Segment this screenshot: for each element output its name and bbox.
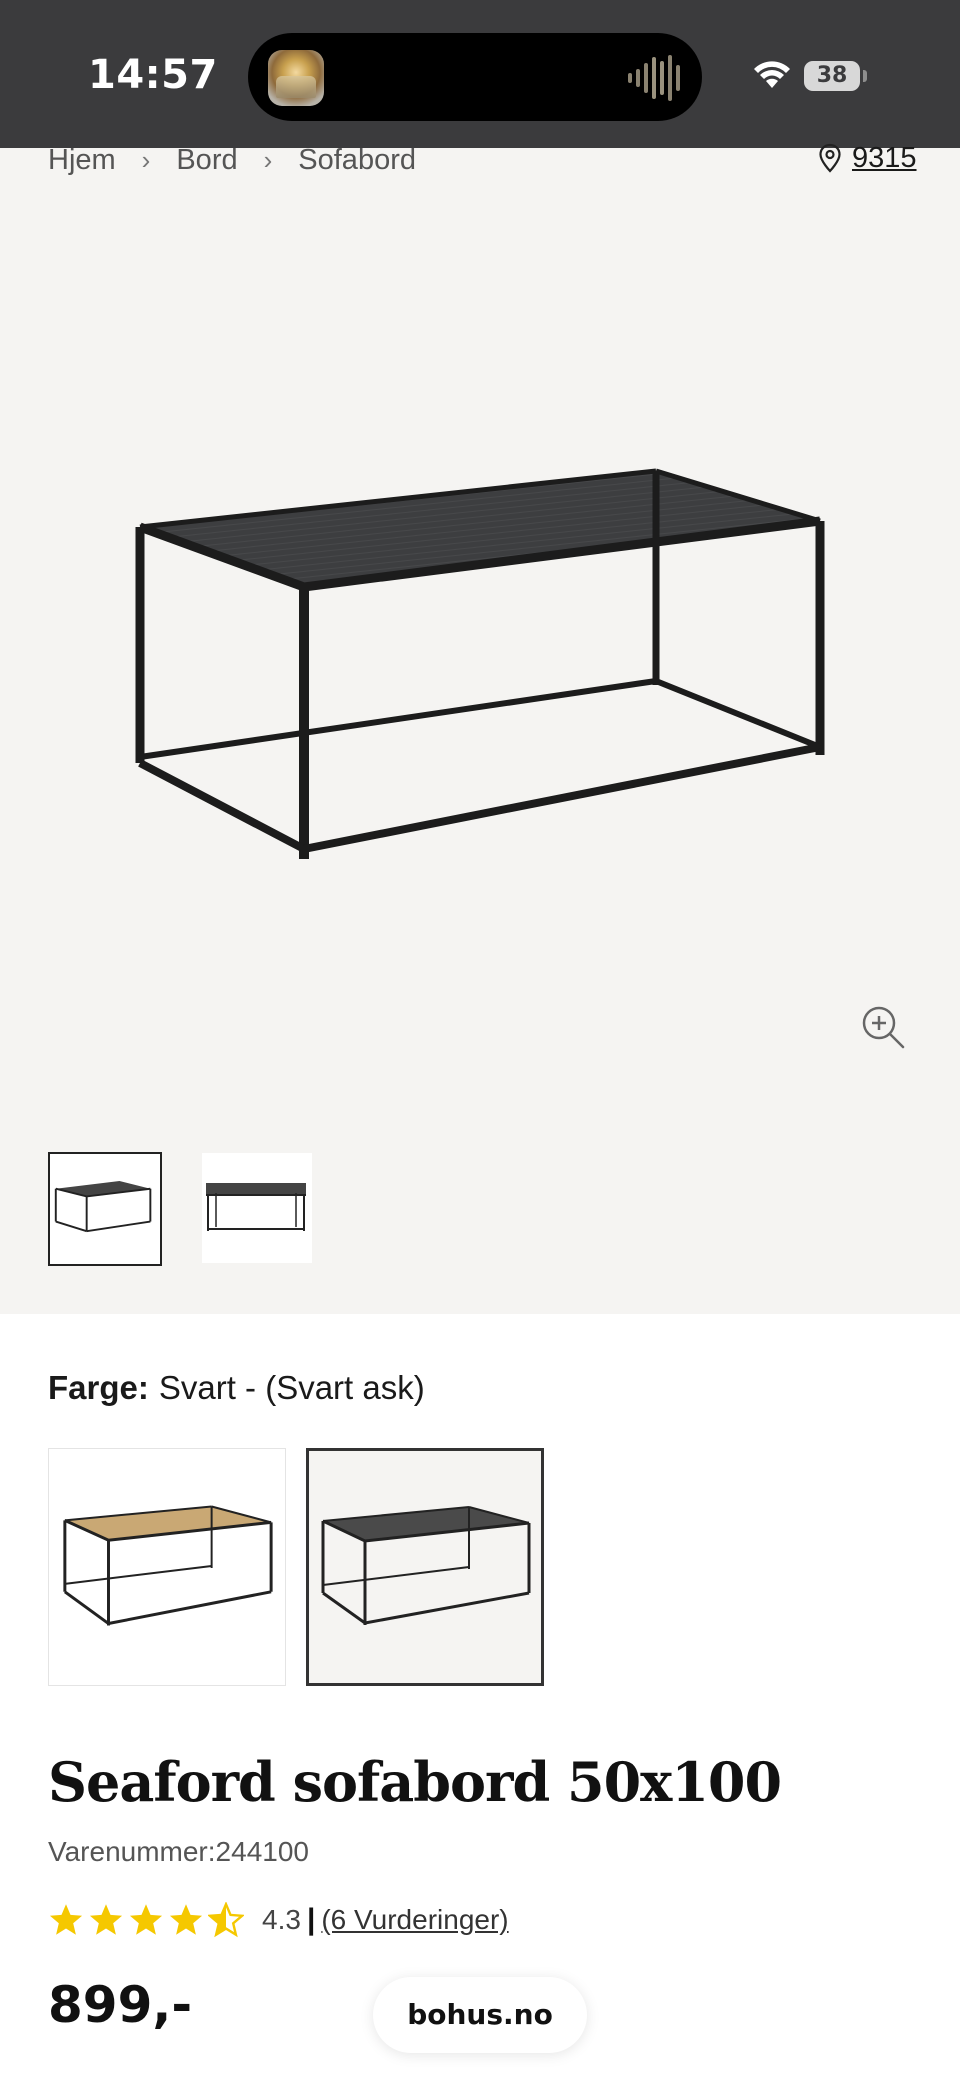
color-key: Farge: <box>48 1369 149 1406</box>
black-table-image <box>321 1506 531 1625</box>
thumbnail-2[interactable] <box>202 1153 312 1263</box>
oak-table-image <box>63 1505 273 1626</box>
status-bar: 14:57 38 <box>0 0 960 148</box>
oak-table-swatch[interactable] <box>48 1448 286 1686</box>
location-pin-icon <box>819 143 841 173</box>
battery-tip <box>863 70 867 82</box>
star-icon <box>89 1904 123 1935</box>
chevron-right-icon: › <box>263 144 273 175</box>
clock: 14:57 <box>88 52 218 98</box>
breadcrumb-item-home[interactable]: Hjem <box>48 144 116 177</box>
live-activity-thumbnail[interactable] <box>268 50 324 106</box>
thumbnail-table-front-image <box>206 1183 306 1231</box>
color-selection-label: Farge: Svart - (Svart ask) <box>48 1366 425 1410</box>
dynamic-island[interactable] <box>248 33 702 121</box>
star-icon <box>129 1904 163 1935</box>
thumbnail-table-image <box>54 1181 152 1233</box>
sku-value: 244100 <box>215 1836 309 1867</box>
breadcrumb-item-bord[interactable]: Bord <box>176 144 237 177</box>
reviews-link[interactable]: (6 Vurderinger) <box>321 1904 508 1936</box>
wifi-icon <box>754 61 790 88</box>
product-title: Seaford sofabord 50x100 <box>48 1750 782 1814</box>
breadcrumb: Hjem › Bord › Sofabord <box>48 140 416 180</box>
zoom-in-icon[interactable] <box>860 1004 906 1050</box>
browser-url-pill[interactable]: bohus.no <box>373 1977 587 2053</box>
rating-value: 4.3 <box>262 1904 301 1935</box>
thumbnail-1[interactable] <box>48 1152 162 1266</box>
star-icon <box>49 1904 83 1935</box>
sku-label: Varenummer: <box>48 1836 216 1867</box>
half-star-icon <box>208 1902 244 1938</box>
store-selector[interactable]: 9315 <box>818 138 917 178</box>
product-price: 899,- <box>48 1976 193 2034</box>
battery-icon: 38 <box>804 61 860 91</box>
rating-separator: | <box>306 1903 316 1936</box>
star-icon <box>169 1904 203 1935</box>
black-table-swatch[interactable] <box>306 1448 544 1686</box>
chevron-right-icon: › <box>141 144 151 175</box>
color-value: Svart - (Svart ask) <box>158 1369 425 1406</box>
product-sku: Varenummer: 244100 <box>48 1836 309 1868</box>
store-number-link[interactable]: 9315 <box>852 142 917 175</box>
star-rating <box>48 1902 244 1938</box>
product-main-image[interactable] <box>120 455 840 875</box>
rating-row: 4.3 | (6 Vurderinger) <box>48 1900 509 1940</box>
audio-waveform-icon <box>628 55 680 101</box>
breadcrumb-item-sofabord[interactable]: Sofabord <box>298 144 416 177</box>
